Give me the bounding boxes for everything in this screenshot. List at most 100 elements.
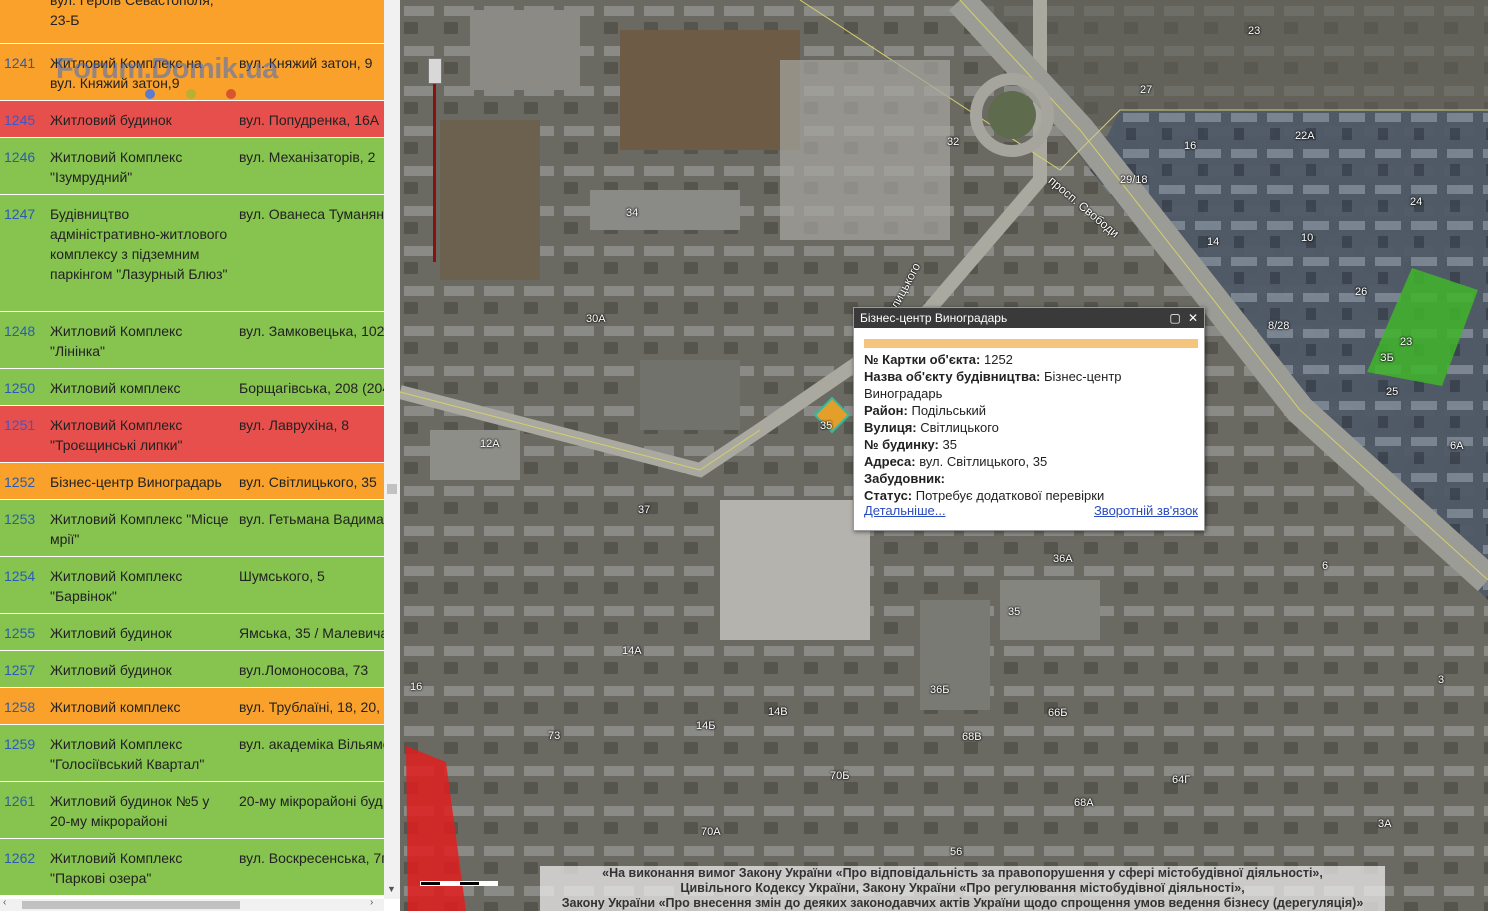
popup-field-value: вул. Світлицького, 35 [919, 454, 1048, 469]
scroll-down-arrow-icon[interactable]: ▼ [387, 884, 396, 894]
row-object-name: Житловий будинок №5 у 20-му мікрорайоні [50, 793, 210, 829]
building-number-label: 68А [1074, 797, 1094, 809]
zoom-track[interactable] [433, 76, 436, 262]
popup-links: Детальніше... Зворотній зв'язок [864, 503, 1198, 518]
list-row[interactable]: 1247 Будівництво адміністративно-житловог… [0, 195, 384, 312]
popup-field-label: Район: [864, 403, 908, 418]
row-card-number[interactable]: 1250 [4, 378, 35, 398]
row-card-number[interactable]: 1248 [4, 321, 35, 341]
list-row[interactable]: 1246 Житловий Комплекс "Ізумрудний" вул. М… [0, 138, 384, 195]
row-address: 20-му мікрорайоні буд [239, 793, 383, 809]
row-card-number[interactable]: 1262 [4, 848, 35, 868]
popup-field-value: Потребує додаткової перевірки [915, 488, 1105, 503]
popup-field-label: № Картки об'єкта: [864, 352, 981, 367]
building-number-label: 27 [1140, 84, 1153, 96]
list-row[interactable]: 1248 Житловий Комплекс "Лінінка" вул. Замк… [0, 312, 384, 369]
horizontal-scroll-thumb[interactable] [22, 901, 240, 909]
popup-field-label: Адреса: [864, 454, 916, 469]
list-vertical-scrollbar[interactable]: ▼ [384, 0, 400, 899]
row-object-name: Будівництво адміністративно-житлового ко… [50, 206, 228, 282]
building-number-label: 8/28 [1268, 320, 1290, 332]
list-row[interactable]: 1257 Житловий будинок вул.Ломоносова, 73 [0, 651, 384, 688]
list-row[interactable]: 1252 Бізнес-центр Виноградарь вул. Світлиц… [0, 463, 384, 500]
row-object-name: Бізнес-центр Виноградарь [50, 474, 222, 490]
row-card-number[interactable]: 1245 [4, 110, 35, 130]
building-number-label: 37 [638, 504, 651, 516]
row-object-name: Житловий комплекс [50, 699, 181, 715]
legal-notice: «На виконання вимог Закону України «Про … [540, 866, 1385, 911]
feedback-link[interactable]: Зворотній зв'язок [1094, 503, 1198, 518]
list-row[interactable]: 1250 Житловий комплекс Борщагівська, 208 (… [0, 369, 384, 406]
row-object-name: Житловий Комплекс "Ізумрудний" [50, 149, 183, 185]
row-card-number[interactable]: 1252 [4, 472, 35, 492]
list-row[interactable]: 1245 Житловий будинок вул. Попудренка, 16А [0, 101, 384, 138]
row-address: вул. Ованеса Туманяна [239, 206, 384, 222]
row-object-name: Житловий Комплекс "Паркові озера" [50, 850, 183, 886]
vertical-scroll-thumb[interactable] [387, 484, 397, 494]
building-number-label: 25 [1386, 386, 1399, 398]
row-address-wrapped: вул. Героїв Севастополя, 23-Б [50, 0, 230, 30]
objects-list[interactable]: вул. Героїв Севастополя, 23-Б 1241 Житловий… [0, 0, 384, 899]
row-card-number[interactable]: 1258 [4, 697, 35, 717]
building-number-label: ЗБ [1380, 352, 1394, 364]
row-card-number[interactable]: 1259 [4, 734, 35, 754]
row-address: Шумського, 5 [239, 568, 325, 584]
list-row[interactable]: 1251 Житловий Комплекс "Троєщинські липки… [0, 406, 384, 463]
list-row[interactable]: 1255 Житловий будинок Ямська, 35 / Малевич… [0, 614, 384, 651]
list-row[interactable]: 1258 Житловий комплекс вул. Трублаїні, 18,… [0, 688, 384, 725]
building-number-label: 23 [1400, 336, 1413, 348]
list-row[interactable]: вул. Героїв Севастополя, 23-Б [0, 0, 384, 44]
row-object-name: Житловий Комплекс "Лінінка" [50, 323, 183, 359]
list-horizontal-scrollbar[interactable]: ‹ › [0, 897, 384, 911]
row-card-number[interactable]: 1246 [4, 147, 35, 167]
row-card-number[interactable]: 1253 [4, 509, 35, 529]
popup-field: Район: Подільський [864, 402, 1194, 419]
list-row[interactable]: 1253 Житловий Комплекс "Місце мрії" вул. Г… [0, 500, 384, 557]
building-number-label: 14Б [696, 720, 716, 732]
list-row[interactable]: 1254 Житловий Комплекс "Барвінок" Шумськог… [0, 557, 384, 614]
popup-field: Статус: Потребує додаткової перевірки [864, 487, 1194, 504]
status-color-bar [864, 339, 1198, 348]
building-number-label: 70Б [830, 770, 850, 782]
watermark-dot-blue [145, 89, 155, 99]
building-number-label: 30А [586, 313, 606, 325]
watermark-dot-olive [186, 89, 196, 99]
list-row[interactable]: 1262 Житловий Комплекс "Паркові озера" вул… [0, 839, 384, 896]
close-icon[interactable]: ✕ [1186, 308, 1200, 328]
scroll-left-arrow-icon[interactable]: ‹ [3, 897, 6, 908]
row-object-name: Житловий будинок [50, 112, 172, 128]
row-address: Борщагівська, 208 (204 [239, 380, 384, 396]
row-card-number[interactable]: 1251 [4, 415, 35, 435]
maximize-icon[interactable]: ▢ [1168, 308, 1182, 328]
row-card-number[interactable]: 1261 [4, 791, 35, 811]
list-row[interactable]: 1261 Житловий будинок №5 у 20-му мікрорай… [0, 782, 384, 839]
building-number-label: 14В [768, 706, 788, 718]
zoom-knob[interactable] [428, 58, 442, 84]
row-card-number[interactable]: 1257 [4, 660, 35, 680]
row-card-number[interactable]: 1254 [4, 566, 35, 586]
list-row[interactable]: 1259 Житловий Комплекс "Голосіївський Ква… [0, 725, 384, 782]
popup-field-label: Вулиця: [864, 420, 917, 435]
popup-field: Назва об'єкту будівництва: Бізнес-центр … [864, 368, 1194, 402]
row-address: вул. Світлицького, 35 [239, 474, 377, 490]
object-info-popup: Бізнес-центр Виноградарь ▢ ✕ № Картки об… [853, 307, 1205, 531]
building-number-label: 68В [962, 731, 982, 743]
building-number-label: 22А [1295, 130, 1315, 142]
building-number-label: 66Б [1048, 707, 1068, 719]
row-card-number[interactable]: 1247 [4, 204, 35, 224]
details-link[interactable]: Детальніше... [864, 503, 946, 518]
row-card-number[interactable]: 1255 [4, 623, 35, 643]
building-number-label: 24 [1410, 196, 1423, 208]
building-number-label: 73 [548, 730, 561, 742]
building-number-label: 10 [1301, 232, 1314, 244]
scroll-right-arrow-icon[interactable]: › [370, 897, 373, 908]
row-address: вул. Механізаторів, 2 [239, 149, 376, 165]
building-number-label: 36А [1053, 553, 1073, 565]
building-number-label: 34 [626, 207, 639, 219]
row-card-number[interactable]: 1241 [4, 53, 35, 73]
zoom-slider[interactable] [428, 46, 442, 262]
popup-field-value: 35 [942, 437, 957, 452]
popup-field-value: Світлицького [920, 420, 999, 435]
building-number-label: 16 [1184, 140, 1197, 152]
row-address: вул. Лаврухіна, 8 [239, 417, 350, 433]
